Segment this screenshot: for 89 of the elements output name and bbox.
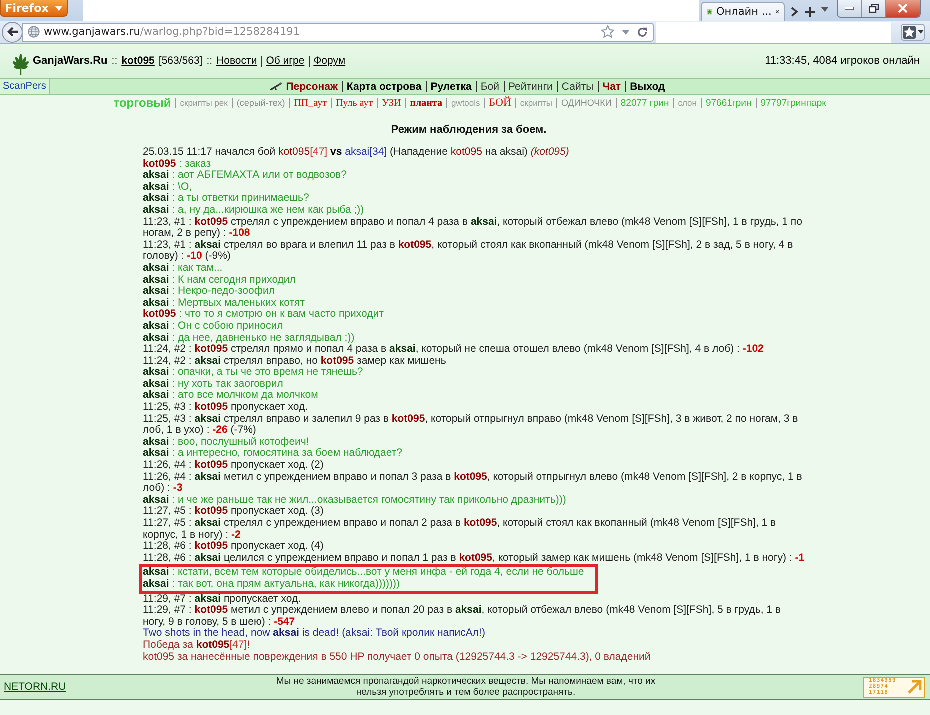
log-line: aksai : опачки, а ты че это время не тянешь? xyxy=(143,367,364,379)
log-line: aksai : а ты ответки принимаешь? xyxy=(143,193,310,205)
log-line: 11:27, #5 : aksai стрелял с упреждением вправо и попал 2 раза в kot095, который стоял как вкопанный (mk48 Venom [S][FSh], 1 в корпус, 1 в ногу) : -2 xyxy=(143,518,778,541)
caret-down-icon xyxy=(54,6,63,10)
log-line: kot095 : что то я смотрю он к вам часто приходит xyxy=(143,309,385,321)
log-line: 11:25, #3 : aksai стрелял вправо и залепил 9 раз в kot095, который отпрыгнул вправо (mk48 Venom [S][FSh], 3 в живот, 2 по ногам, 3 в лоб, 1 в ухо) : -26 (-7%) xyxy=(143,414,800,437)
star-icon[interactable] xyxy=(601,25,615,39)
back-button[interactable] xyxy=(2,22,23,42)
log-line: aksai : ато все молчком да молчком xyxy=(143,390,320,402)
star-icon xyxy=(902,26,916,38)
log-line: aksai : так вот, она прям актуальна, как никогда))))))) xyxy=(143,578,401,591)
log-line: aksai : Он с собою приносил xyxy=(143,320,284,332)
nav-link[interactable]: Новости xyxy=(216,55,258,67)
log-line: aksai : Мертвых маленьких котят xyxy=(143,298,306,309)
url-field[interactable]: www.ganjawars.ru/warlog.php?bid=1258284191 xyxy=(22,22,654,42)
menu-link[interactable]: Персонаж xyxy=(286,80,338,92)
log-line: Победа за kot095[47]! xyxy=(143,640,252,652)
log-line: kot095 за нанесённые повреждения в 550 HP получает 0 опыта (12925744.3 -> 12925744.3), 0 владений xyxy=(143,652,652,664)
caret-down-icon xyxy=(918,30,924,34)
menu-link[interactable]: Бой xyxy=(480,80,500,92)
log-line: 25.03.15 11:17 начался бой kot095[47] vs aksai[34] (Нападение kot095 на aksai) (kot095) xyxy=(143,147,570,159)
log-line: aksai : аот АБГЕМАХТА или от водвозов? xyxy=(143,170,348,182)
quick-link[interactable]: (серый-тех) xyxy=(236,98,286,108)
menu-link[interactable]: Выход xyxy=(630,80,666,92)
caret-down-icon[interactable] xyxy=(821,7,829,12)
page-title: Режим наблюдения за боем. xyxy=(390,124,548,137)
log-line: aksai : да нее, давненько не заглядывал ;)) xyxy=(143,332,356,344)
close-window-button[interactable] xyxy=(886,0,920,17)
log-line: aksai : а интересно, гомосятина за боем наблюдает? xyxy=(143,448,404,460)
menu-link[interactable]: Рулетка xyxy=(430,80,472,92)
browser-tab[interactable]: Онлайн ... xyxy=(701,2,785,21)
bookmarks-menu-button[interactable] xyxy=(901,24,925,40)
quick-link[interactable]: БОЙ xyxy=(489,97,512,109)
log-line: 11:26, #4 : aksai метил с упреждением вправо и попал 3 раза в kot095, который отпрыгнул влево (mk48 Venom [S][FSh], 2 в корпус, 1 в лоб) : -3 xyxy=(143,472,804,495)
minimize-icon xyxy=(845,7,854,10)
log-line: aksai : К нам сегодня приходил xyxy=(143,274,297,286)
menu-link[interactable]: Карта острова xyxy=(346,80,422,92)
caret-down-icon[interactable] xyxy=(622,30,630,34)
menu-link[interactable]: Сайты xyxy=(562,80,594,92)
log-line: aksai : Некро-педо-зоофил xyxy=(143,286,275,298)
scan-link[interactable]: ScanPers xyxy=(0,79,50,94)
restore-icon xyxy=(868,4,878,13)
log-line: 11:23, #1 : kot095 стрелял с упреждением вправо и попал 4 раза в aksai, который отбежал влево (mk48 Venom [S][FSh], 1 в грудь, 1 по ногам, 2 в репу) : -108 xyxy=(143,216,804,240)
footer-link[interactable]: NETORN.RU xyxy=(4,681,124,693)
log-line: 11:29, #7 : aksai пропускает ход. xyxy=(143,594,302,605)
arrow-left-icon xyxy=(6,27,18,37)
separator-text: :: xyxy=(112,55,118,67)
menu-link[interactable]: Рейтинги xyxy=(508,80,553,92)
restore-button[interactable] xyxy=(862,0,886,17)
close-icon[interactable] xyxy=(776,8,779,16)
log-line: kot095 : заказ xyxy=(143,158,212,170)
arrow-icon xyxy=(908,680,922,694)
quick-link[interactable]: Пуль аут xyxy=(336,98,374,108)
log-line: aksai : кстати, всем тем которые обиделись...вот у меня инфа - ей года 4, если не больше xyxy=(143,567,586,579)
plus-icon[interactable] xyxy=(805,7,815,17)
chevron-right-icon[interactable] xyxy=(791,7,799,17)
log-line: 11:29, #7 : kot095 метил с упреждением влево и попал 20 раз в aksai, который отбежал влево (mk48 Venom [S][FSh], 5 в грудь, 1 в ногу, 9 в голову, 5 в шею) : -547 xyxy=(143,605,782,628)
log-line: 11:24, #2 : aksai стрелял вправо, но kot095 замер как мишень xyxy=(143,356,448,367)
log-line: aksai : и че же раньше так не жил...оказывается гомосятину так прикольно дразнить))) xyxy=(143,494,568,506)
log-line: Two shots in the head, now aksai is dead! (aksai: Твой кролик написАл!) xyxy=(143,628,486,640)
online-status: 11:33:45, 4084 игроков онлайн xyxy=(765,55,920,67)
globe-icon xyxy=(28,26,40,38)
log-line: aksai : ну хоть так заоговрил xyxy=(143,378,284,390)
user-link[interactable]: kot095 xyxy=(122,55,155,67)
disclaimer-text: Мы не занимаемся пропагандой наркотических веществ. Мы напоминаем вам, что их нельзя употреблять и тем более распространять. xyxy=(275,676,657,698)
quick-link[interactable]: планта xyxy=(410,98,442,108)
separator-text: :: xyxy=(206,55,213,67)
site-name: GanjaWars.Ru xyxy=(33,55,108,67)
quick-link[interactable]: УЗИ xyxy=(382,98,402,108)
log-line: 11:25, #3 : kot095 пропускает ход. xyxy=(143,402,310,414)
minimize-button[interactable] xyxy=(838,0,862,17)
gun-icon xyxy=(270,82,284,91)
log-line: 11:28, #6 : kot095 пропускает ход. (4) xyxy=(143,541,325,553)
stat-text: [563/563] xyxy=(158,55,203,67)
menu-link[interactable]: Чат xyxy=(602,80,622,92)
reload-icon[interactable] xyxy=(637,26,648,38)
log-line: 11:28, #6 : aksai целился с упреждением вправо и попал 1 раз в kot095, который замер как мишень (mk48 Venom [S][FSh], 1 в ногу) : -1 xyxy=(143,552,805,564)
log-line: 11:26, #4 : kot095 пропускает ход. (2) xyxy=(143,460,325,472)
log-line: 11:27, #5 : kot095 пропускает ход. (3) xyxy=(143,506,325,518)
quick-link[interactable]: ПП_аут xyxy=(294,98,327,108)
log-line: aksai : воо, послушный котофеич! xyxy=(143,436,310,448)
nav-link[interactable]: Об игре xyxy=(266,55,305,67)
log-line: 11:23, #1 : aksai стрелял во врага и влепил 11 раз в kot095, который стоял как вкопанный (mk48 Venom [S][FSh], 2 в зад, 5 в ногу, 4 в голову) : -10 (-9%) xyxy=(143,240,794,263)
nav-link[interactable]: Форум xyxy=(314,55,346,67)
close-icon xyxy=(898,4,908,13)
log-line: aksai : как там... xyxy=(143,262,224,275)
log-line: 11:24, #2 : kot095 стрелял прямо и попал 4 раза в aksai, который не спеша отошел влево (mk48 Venom [S][FSh], 4 в лоб) : -102 xyxy=(143,344,765,356)
log-line: aksai : \O, xyxy=(143,182,194,193)
log-line: aksai : а, ну да...кирюшка же нем как рыба ;)) xyxy=(143,204,366,217)
